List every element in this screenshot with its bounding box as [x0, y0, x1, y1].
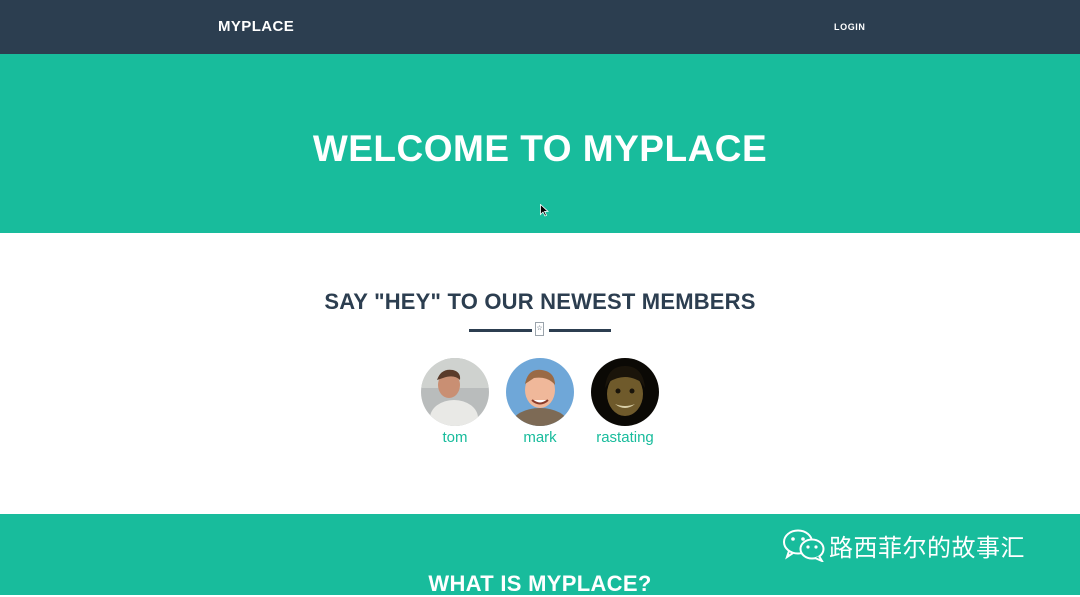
member-name-tom[interactable]: tom	[410, 429, 500, 446]
about-section-title: WHAT IS MYPLACE?	[428, 571, 652, 596]
wechat-icon	[783, 529, 825, 562]
watermark: 路西菲尔的故事汇	[782, 528, 1025, 562]
member-name-rastating[interactable]: rastating	[580, 429, 670, 446]
rastating-avatar-photo[interactable]	[591, 358, 659, 426]
divider-left-line	[469, 329, 532, 332]
login-link[interactable]: LOGIN	[834, 0, 866, 54]
watermark-text: 路西菲尔的故事汇	[829, 534, 1025, 562]
star-icon: ☆	[535, 322, 544, 336]
member-card-tom: tom	[410, 358, 500, 446]
hero-title: WELCOME TO MYPLACE	[312, 128, 768, 169]
divider-right-line	[549, 329, 611, 332]
navbar: MYPLACE LOGIN	[0, 0, 1080, 54]
member-card-mark: mark	[495, 358, 585, 446]
members-section-title: SAY "HEY" TO OUR NEWEST MEMBERS	[324, 289, 756, 314]
mark-avatar-photo[interactable]	[506, 358, 574, 426]
member-name-mark[interactable]: mark	[495, 429, 585, 446]
mouse-cursor-icon	[540, 204, 549, 217]
member-card-rastating: rastating	[580, 358, 670, 446]
tom-avatar-photo[interactable]	[421, 358, 489, 426]
brand-logo-link[interactable]: MYPLACE	[218, 0, 294, 54]
